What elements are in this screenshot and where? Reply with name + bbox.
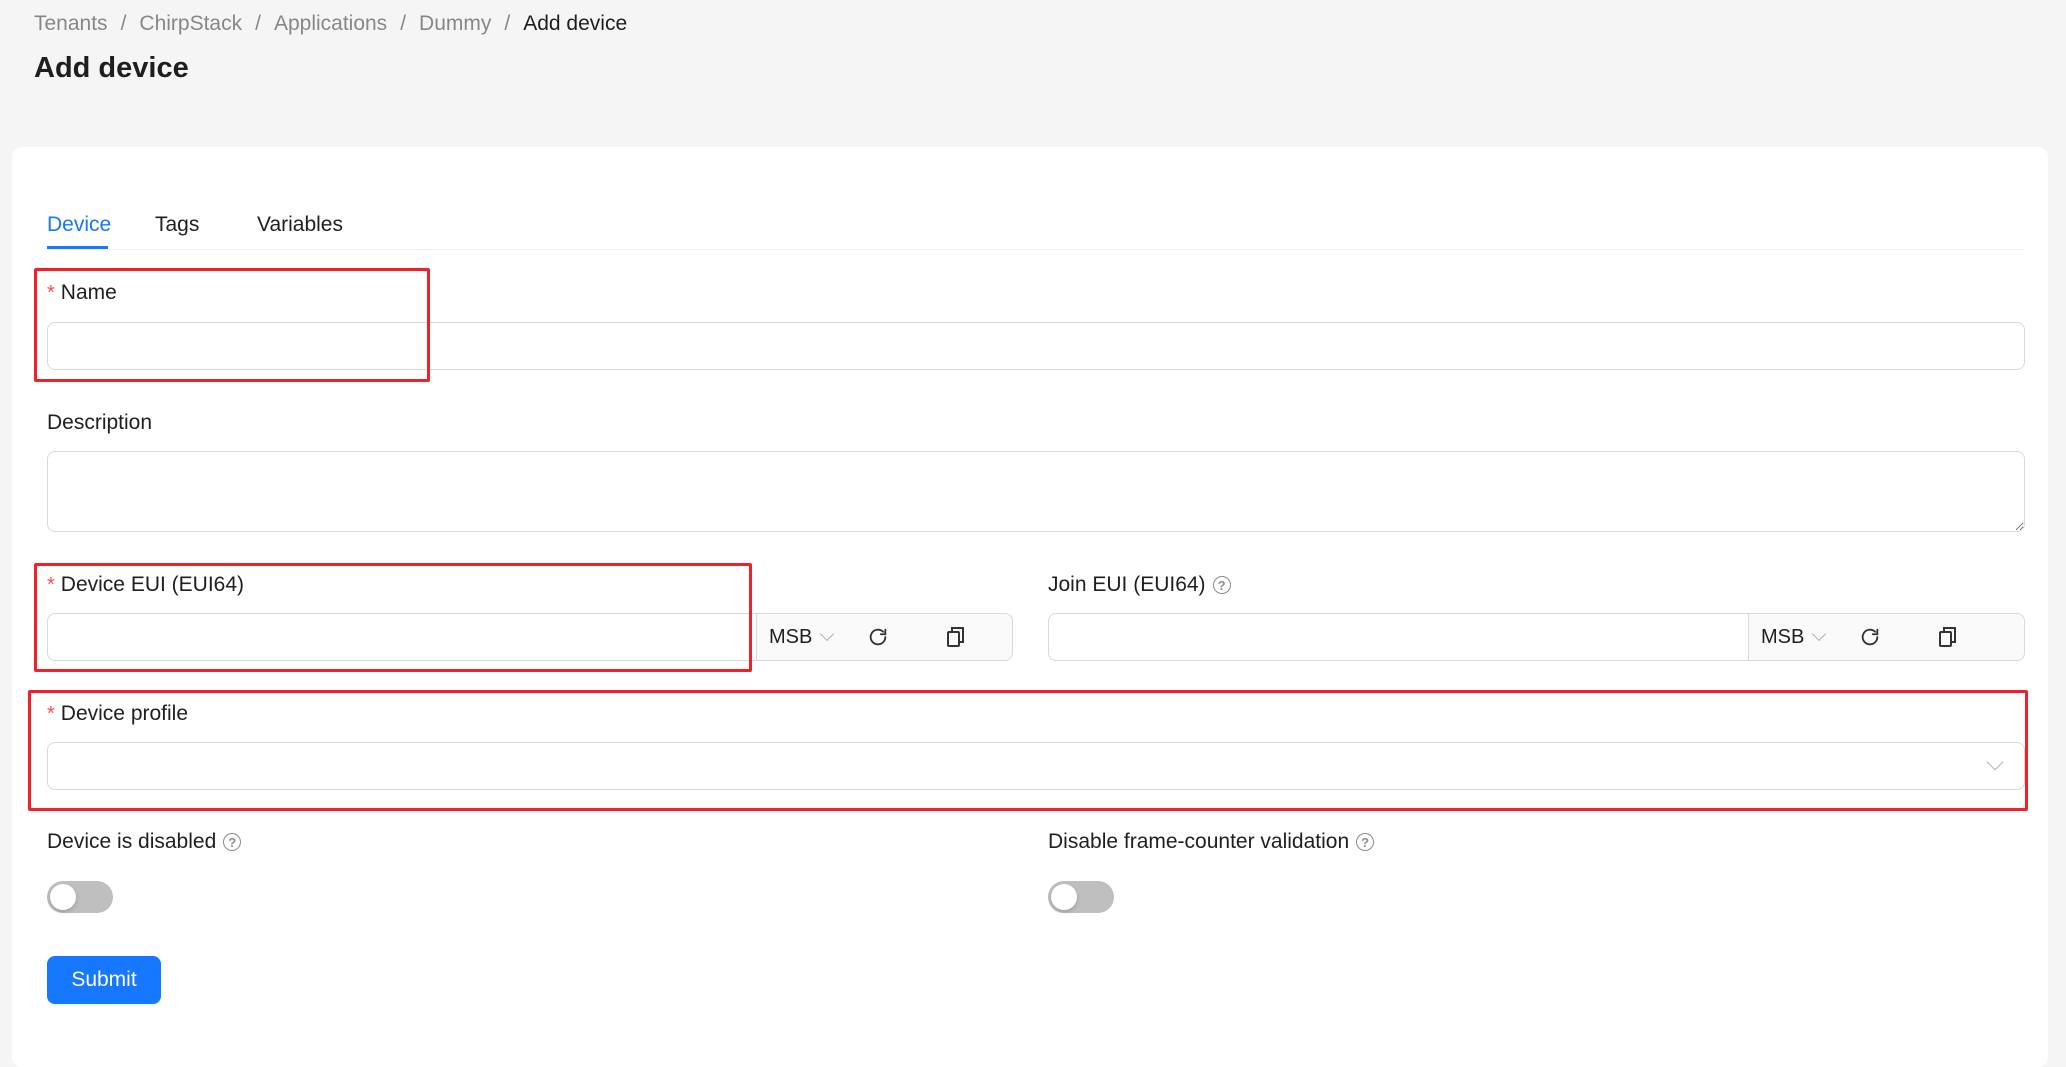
chevron-down-icon	[820, 626, 835, 642]
name-label: * Name	[47, 281, 117, 305]
tab-device[interactable]: Device	[47, 213, 111, 237]
skip-fcnt-toggle[interactable]	[1048, 881, 1114, 913]
device-eui-copy-button[interactable]	[917, 614, 995, 660]
question-circle-icon[interactable]: ?	[1356, 833, 1375, 851]
reload-icon	[869, 628, 887, 646]
breadcrumb-chirpstack[interactable]: ChirpStack	[139, 12, 242, 36]
toggle-knob	[50, 884, 76, 910]
join-eui-copy-button[interactable]	[1909, 614, 1987, 660]
tab-bar: Device Tags Variables	[47, 203, 2025, 250]
tab-variables[interactable]: Variables	[257, 213, 343, 237]
required-marker: *	[47, 702, 55, 725]
description-textarea[interactable]	[47, 451, 2025, 532]
breadcrumb-dummy[interactable]: Dummy	[419, 12, 491, 36]
breadcrumb-separator: /	[504, 12, 511, 35]
name-input[interactable]	[47, 322, 2025, 370]
breadcrumb: Tenants / ChirpStack / Applications / Du…	[34, 12, 627, 36]
skip-fcnt-label-text: Disable frame-counter validation	[1048, 830, 1350, 853]
device-profile-select[interactable]	[47, 742, 2025, 790]
join-eui-addon: MSB	[1749, 613, 2025, 661]
description-label-text: Description	[47, 411, 153, 434]
device-eui-input[interactable]	[47, 613, 757, 661]
device-eui-byte-order-select[interactable]: MSB	[769, 626, 839, 649]
device-disabled-label-text: Device is disabled	[47, 830, 217, 853]
breadcrumb-current: Add device	[523, 12, 628, 35]
byte-order-value: MSB	[769, 625, 813, 648]
active-tab-indicator	[47, 246, 108, 249]
tab-tags[interactable]: Tags	[155, 213, 199, 237]
byte-order-value: MSB	[1761, 625, 1805, 648]
join-eui-generate-button[interactable]	[1831, 614, 1909, 660]
chevron-down-icon	[1812, 626, 1827, 642]
toggle-knob	[1051, 884, 1077, 910]
device-profile-label-text: Device profile	[60, 702, 189, 725]
question-circle-icon[interactable]: ?	[1212, 576, 1231, 594]
description-label: Description	[47, 411, 152, 435]
join-eui-input[interactable]	[1048, 613, 1749, 661]
device-eui-label-text: Device EUI (EUI64)	[60, 573, 245, 596]
question-circle-icon[interactable]: ?	[223, 833, 242, 851]
breadcrumb-separator: /	[120, 12, 127, 35]
device-profile-label: * Device profile	[47, 702, 188, 726]
copy-icon	[1939, 627, 1956, 647]
device-eui-addon: MSB	[757, 613, 1013, 661]
breadcrumb-separator: /	[400, 12, 407, 35]
page-title: Add device	[34, 52, 189, 84]
submit-button[interactable]: Submit	[47, 956, 161, 1004]
join-eui-label: Join EUI (EUI64) ?	[1048, 573, 1231, 597]
reload-icon	[1861, 628, 1879, 646]
required-marker: *	[47, 573, 55, 596]
join-eui-label-text: Join EUI (EUI64)	[1048, 573, 1206, 596]
breadcrumb-applications[interactable]: Applications	[274, 12, 387, 36]
breadcrumb-separator: /	[255, 12, 261, 35]
form-card: Device Tags Variables * Name Description…	[12, 147, 2048, 1067]
name-label-text: Name	[60, 281, 117, 304]
breadcrumb-tenants[interactable]: Tenants	[34, 12, 108, 36]
copy-icon	[947, 627, 964, 647]
device-disabled-toggle[interactable]	[47, 881, 113, 913]
device-eui-generate-button[interactable]	[839, 614, 917, 660]
device-disabled-label: Device is disabled ?	[47, 830, 242, 854]
device-eui-label: * Device EUI (EUI64)	[47, 573, 244, 597]
required-marker: *	[47, 281, 55, 304]
skip-fcnt-label: Disable frame-counter validation ?	[1048, 830, 1375, 854]
join-eui-byte-order-select[interactable]: MSB	[1761, 626, 1831, 649]
